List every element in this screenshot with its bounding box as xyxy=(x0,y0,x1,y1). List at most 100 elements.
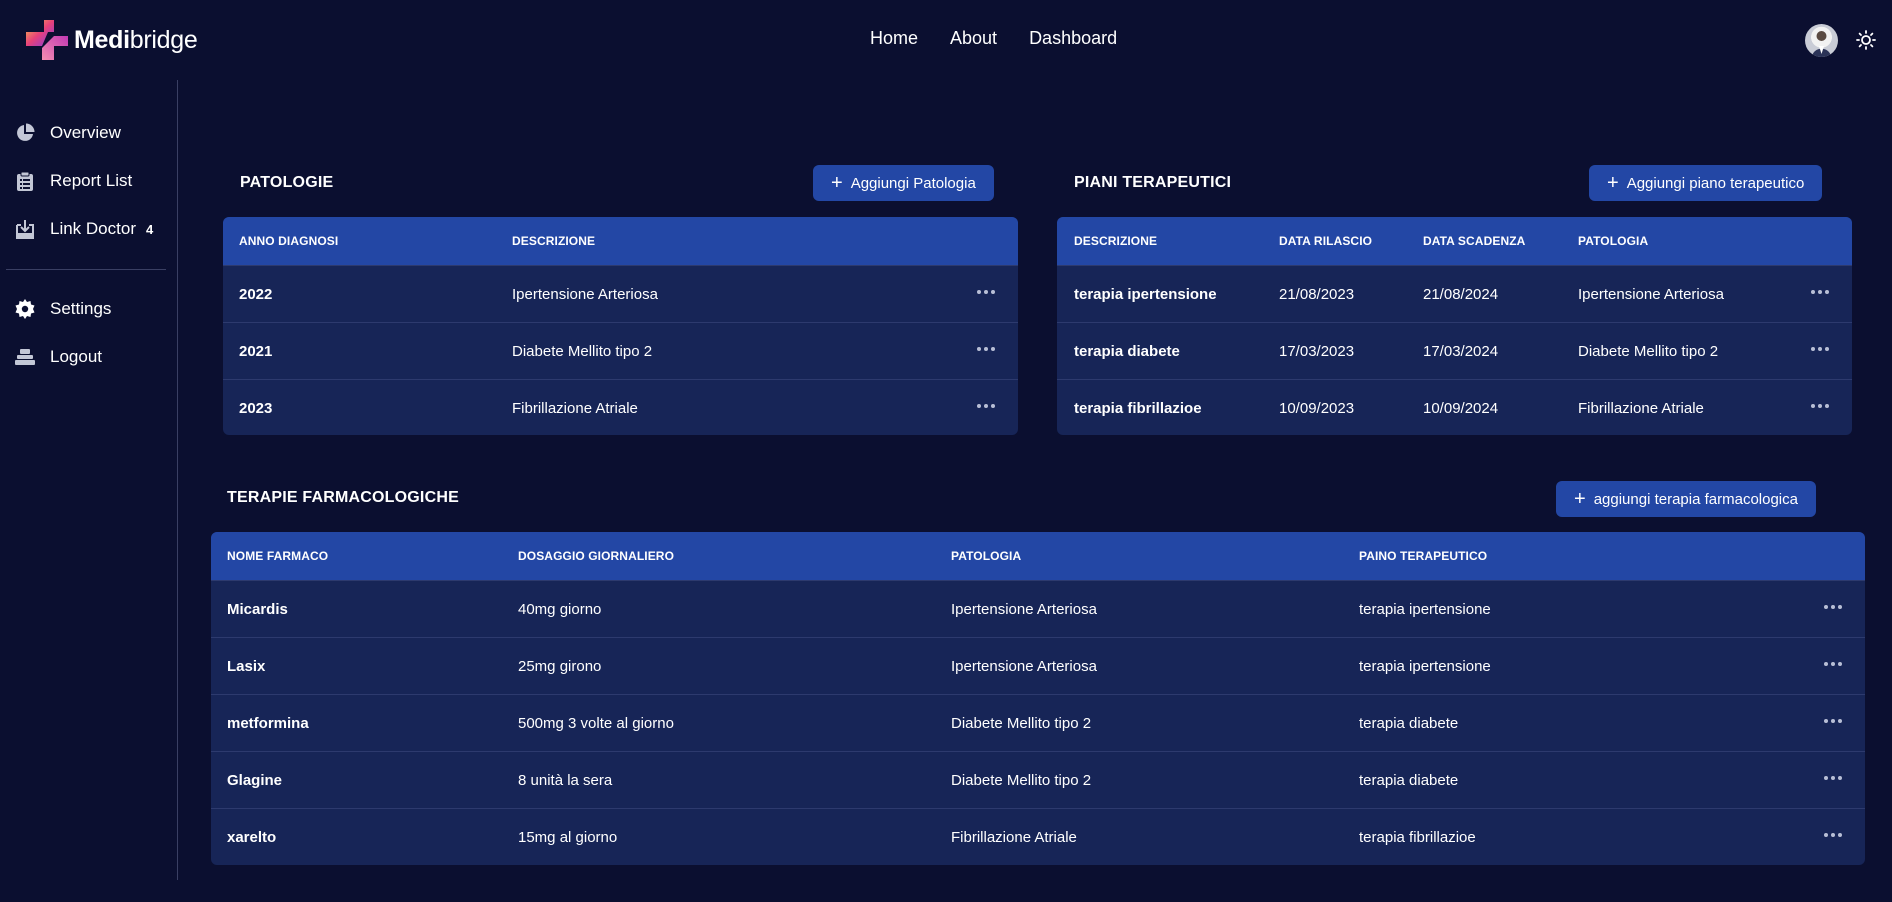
farmaco-cell: metformina xyxy=(227,715,309,732)
data-rilascio-cell: 10/09/2023 xyxy=(1279,400,1355,417)
piani-title: PIANI TERAPEUTICI xyxy=(1074,174,1232,191)
patologia-cell: Ipertensione Arteriosa xyxy=(951,601,1097,618)
add-terapia-label: aggiungi terapia farmacologica xyxy=(1593,490,1798,508)
piano-cell: terapia fibrillazioe xyxy=(1359,829,1476,846)
logo-text-light: bridge xyxy=(129,25,198,54)
table-header: DESCRIZIONE DATA RILASCIO DATA SCADENZA … xyxy=(1057,217,1852,265)
column-header: DOSAGGIO GIORNALIERO xyxy=(518,549,675,563)
sidebar-divider xyxy=(6,269,166,270)
table-row: 2021 Diabete Mellito tipo 2 xyxy=(223,322,1018,379)
sidebar-item-label: Logout xyxy=(50,347,102,366)
more-options-icon[interactable] xyxy=(1822,597,1844,617)
nav-about-link[interactable]: About xyxy=(950,28,997,49)
table-row: xarelto 15mg al giorno Fibrillazione Atr… xyxy=(211,808,1865,865)
dosaggio-cell: 40mg giorno xyxy=(518,601,602,618)
more-options-icon[interactable] xyxy=(1822,825,1844,845)
sidebar-item-label: Overview xyxy=(50,123,121,142)
descrizione-cell: terapia fibrillazioe xyxy=(1074,400,1202,417)
user-avatar[interactable] xyxy=(1805,24,1838,57)
descrizione-cell: terapia diabete xyxy=(1074,343,1180,360)
patologie-title: PATOLOGIE xyxy=(240,174,334,191)
table-header: NOME FARMACO DOSAGGIO GIORNALIERO PATOLO… xyxy=(211,532,1865,580)
nav-dashboard-link[interactable]: Dashboard xyxy=(1029,28,1117,49)
nav-home-link[interactable]: Home xyxy=(870,28,918,49)
data-scadenza-cell: 10/09/2024 xyxy=(1423,400,1499,417)
add-piano-label: Aggiungi piano terapeutico xyxy=(1626,174,1805,192)
data-rilascio-cell: 21/08/2023 xyxy=(1279,286,1355,303)
more-options-icon[interactable] xyxy=(1822,654,1844,674)
add-patologia-button[interactable]: + Aggiungi Patologia xyxy=(813,165,994,201)
add-terapia-button[interactable]: + aggiungi terapia farmacologica xyxy=(1556,481,1816,517)
patologia-cell: Ipertensione Arteriosa xyxy=(1578,286,1724,303)
table-row: Glagine 8 unità la sera Diabete Mellito … xyxy=(211,751,1865,808)
dosaggio-cell: 25mg girono xyxy=(518,658,602,675)
avatar-icon xyxy=(1812,31,1831,57)
patologia-cell: Diabete Mellito tipo 2 xyxy=(951,715,1092,732)
piani-table: DESCRIZIONE DATA RILASCIO DATA SCADENZA … xyxy=(1057,217,1852,435)
dosaggio-cell: 8 unità la sera xyxy=(518,772,613,789)
piano-cell: terapia diabete xyxy=(1359,715,1459,732)
column-header: PATOLOGIA xyxy=(1578,234,1649,248)
patologia-cell: Fibrillazione Atriale xyxy=(951,829,1077,846)
pie-chart-icon xyxy=(14,122,36,144)
top-nav: Home About Dashboard xyxy=(870,28,1117,49)
more-options-icon[interactable] xyxy=(975,396,997,416)
logout-icon xyxy=(14,346,36,368)
anno-cell: 2021 xyxy=(239,343,273,360)
terapie-title: TERAPIE FARMACOLOGICHE xyxy=(227,489,459,506)
more-options-icon[interactable] xyxy=(975,339,997,359)
column-header: DESCRIZIONE xyxy=(1074,234,1158,248)
table-row: terapia fibrillazioe 10/09/2023 10/09/20… xyxy=(1057,379,1852,435)
table-row: 2022 Ipertensione Arteriosa xyxy=(223,265,1018,322)
anno-cell: 2022 xyxy=(239,286,273,303)
sidebar-item-label: Report List xyxy=(50,171,133,190)
column-header: ANNO DIAGNOSI xyxy=(239,234,339,248)
descrizione-cell: terapia ipertensione xyxy=(1074,286,1217,303)
add-piano-button[interactable]: + Aggiungi piano terapeutico xyxy=(1589,165,1823,201)
sidebar-item-settings[interactable]: Settings xyxy=(14,298,111,320)
data-scadenza-cell: 17/03/2024 xyxy=(1423,343,1499,360)
logo[interactable]: Medibridge xyxy=(24,18,198,62)
column-header: NOME FARMACO xyxy=(227,549,329,563)
sidebar-item-report-list[interactable]: Report List xyxy=(14,170,132,192)
more-options-icon[interactable] xyxy=(1822,711,1844,731)
descrizione-cell: Fibrillazione Atriale xyxy=(512,400,638,417)
more-options-icon[interactable] xyxy=(1809,396,1831,416)
sidebar-item-label: Settings xyxy=(50,299,112,318)
table-row: terapia ipertensione 21/08/2023 21/08/20… xyxy=(1057,265,1852,322)
sidebar-item-logout[interactable]: Logout xyxy=(14,346,102,368)
plus-icon: + xyxy=(831,171,843,194)
dosaggio-cell: 15mg al giorno xyxy=(518,829,618,846)
farmaco-cell: Micardis xyxy=(227,601,288,618)
table-row: metformina 500mg 3 volte al giorno Diabe… xyxy=(211,694,1865,751)
sun-icon[interactable] xyxy=(1856,30,1876,50)
inbox-download-icon xyxy=(14,218,36,240)
table-row: terapia diabete 17/03/2023 17/03/2024 Di… xyxy=(1057,322,1852,379)
farmaco-cell: Lasix xyxy=(227,658,266,675)
patologia-cell: Diabete Mellito tipo 2 xyxy=(951,772,1092,789)
column-header: DATA RILASCIO xyxy=(1279,234,1373,248)
plus-icon: + xyxy=(1574,487,1586,510)
sidebar-item-overview[interactable]: Overview xyxy=(14,122,121,144)
more-options-icon[interactable] xyxy=(975,282,997,302)
more-options-icon[interactable] xyxy=(1809,339,1831,359)
logo-text: Medibridge xyxy=(74,25,198,55)
link-doctor-badge: 4 xyxy=(145,221,154,237)
data-scadenza-cell: 21/08/2024 xyxy=(1423,286,1499,303)
descrizione-cell: Diabete Mellito tipo 2 xyxy=(512,343,653,360)
more-options-icon[interactable] xyxy=(1822,768,1844,788)
descrizione-cell: Ipertensione Arteriosa xyxy=(512,286,658,303)
farmaco-cell: Glagine xyxy=(227,772,283,789)
piano-cell: terapia ipertensione xyxy=(1359,658,1491,675)
column-header: PAINO TERAPEUTICO xyxy=(1359,549,1488,563)
dosaggio-cell: 500mg 3 volte al giorno xyxy=(518,715,674,732)
terapie-table: NOME FARMACO DOSAGGIO GIORNALIERO PATOLO… xyxy=(211,532,1865,865)
piano-cell: terapia diabete xyxy=(1359,772,1459,789)
sidebar-item-link-doctor[interactable]: Link Doctor 4 xyxy=(14,218,153,240)
column-header: DESCRIZIONE xyxy=(512,234,596,248)
table-row: 2023 Fibrillazione Atriale xyxy=(223,379,1018,435)
patologia-cell: Fibrillazione Atriale xyxy=(1578,400,1704,417)
column-header: PATOLOGIA xyxy=(951,549,1022,563)
gear-icon xyxy=(14,298,36,320)
more-options-icon[interactable] xyxy=(1809,282,1831,302)
